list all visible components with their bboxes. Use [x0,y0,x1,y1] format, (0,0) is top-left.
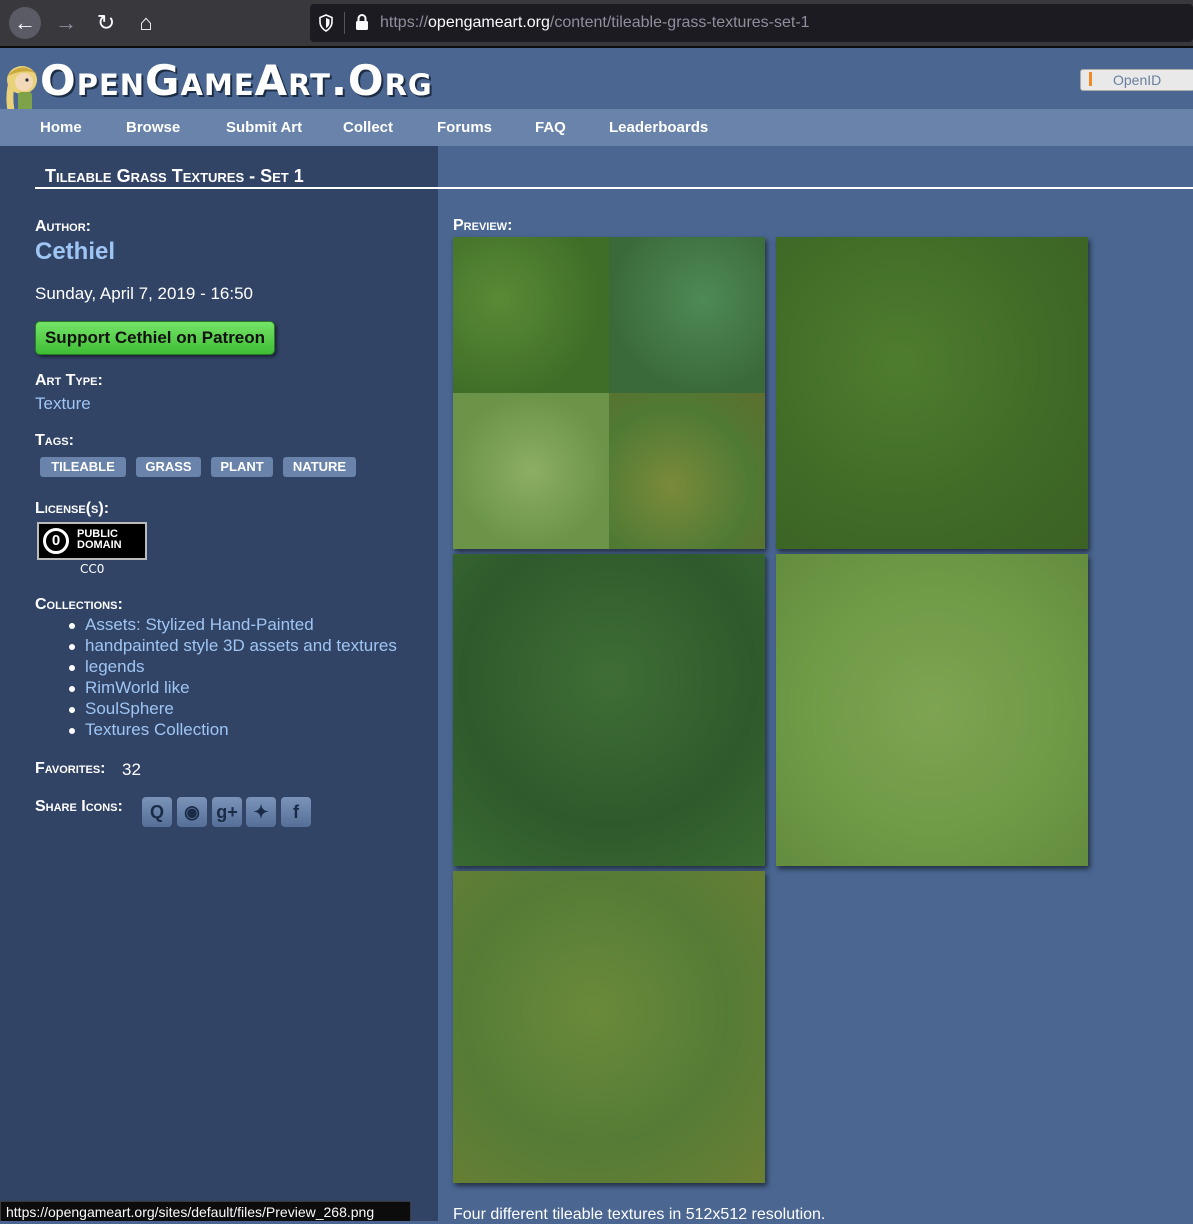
bullet-icon [69,728,75,734]
cc0-license-badge[interactable]: 0 PUBLIC DOMAIN [37,522,147,560]
share-label: Share Icons: [35,798,123,815]
urlbar-divider [344,12,345,34]
url-domain: opengameart.org [428,14,550,31]
browser-toolbar: ← → ↻ ⌂ https://opengameart.org/content/… [0,0,1193,46]
openid-label: OpenID [1113,72,1162,88]
bullet-icon [69,686,75,692]
main-menu: Home Browse Submit Art Collect Forums FA… [0,109,1193,146]
menu-collect[interactable]: Collect [343,119,393,136]
collection-link[interactable]: legends [85,657,145,676]
shield-icon[interactable] [318,14,334,32]
zero-icon: 0 [43,528,69,554]
list-item[interactable]: Textures Collection [68,720,397,741]
favorites-count: 32 [122,760,141,779]
collection-link[interactable]: SoulSphere [85,699,174,718]
author-label: Author: [35,218,91,235]
list-item[interactable]: legends [68,657,397,678]
preview-image-bush-grass[interactable] [453,554,765,866]
collection-link[interactable]: handpainted style 3D assets and textures [85,636,397,655]
license-badge-text: PUBLIC DOMAIN [77,529,122,551]
tag-plant[interactable]: PLANT [211,457,273,477]
title-divider [35,187,1193,189]
texture-quadrant [453,237,609,393]
list-item[interactable]: handpainted style 3D assets and textures [68,636,397,657]
url-path: /content/tileable-grass-textures-set-1 [549,14,810,31]
bullet-icon [69,707,75,713]
preview-image-combined[interactable] [453,237,765,549]
author-link[interactable]: Cethiel [35,238,115,266]
openid-login[interactable]: OpenID [1080,69,1193,91]
lock-icon[interactable] [355,13,369,34]
preview-image-dark-grass[interactable] [776,237,1088,549]
tags-label: Tags: [35,432,74,449]
collections-list: Assets: Stylized Hand-Painted handpainte… [68,615,397,741]
home-icon[interactable]: ⌂ [130,7,162,39]
menu-browse[interactable]: Browse [126,119,180,136]
status-bar-link: https://opengameart.org/sites/default/fi… [0,1201,411,1221]
bullet-icon [69,644,75,650]
texture-quadrant [609,237,765,393]
facebook-share-icon[interactable]: f [281,797,311,827]
tag-grass[interactable]: GRASS [136,457,201,477]
url-prefix: https:// [380,14,429,31]
license-name[interactable]: CC0 [80,562,104,576]
description-text: Four different tileable textures in 512x… [453,1206,826,1223]
openid-icon [1089,72,1092,86]
reload-icon[interactable]: ↻ [90,7,122,39]
preview-label: Preview: [453,217,513,234]
favorites-label: Favorites: [35,760,106,777]
address-bar[interactable]: https://opengameart.org/content/tileable… [310,4,1193,42]
menu-submit-art[interactable]: Submit Art [226,119,302,136]
badge-line-2: DOMAIN [77,539,122,551]
menu-leaderboards[interactable]: Leaderboards [609,119,708,136]
tag-nature[interactable]: NATURE [283,457,356,477]
google-plus-share-icon[interactable]: g+ [212,797,242,827]
menu-home[interactable]: Home [40,119,82,136]
page-title: Tileable Grass Textures - Set 1 [45,166,304,186]
bullet-icon [69,665,75,671]
preview-image-light-grass[interactable] [776,554,1088,866]
list-item[interactable]: SoulSphere [68,699,397,720]
art-type-label: Art Type: [35,372,103,389]
url-text[interactable]: https://opengameart.org/content/tileable… [380,14,810,32]
bullet-icon [69,623,75,629]
collections-label: Collections: [35,596,123,613]
list-item[interactable]: Assets: Stylized Hand-Painted [68,615,397,636]
back-arrow-icon[interactable]: ← [9,7,41,39]
license-label: License(s): [35,500,110,517]
collection-link[interactable]: Assets: Stylized Hand-Painted [85,615,314,634]
menu-faq[interactable]: FAQ [535,119,566,136]
q-share-icon[interactable]: Q [142,797,172,827]
list-item[interactable]: RimWorld like [68,678,397,699]
forward-arrow-icon[interactable]: → [50,7,82,39]
patreon-button[interactable]: Support Cethiel on Patreon [35,321,275,355]
preview-image-flower-grass[interactable] [453,871,765,1183]
collection-link[interactable]: RimWorld like [85,678,190,697]
reddit-share-icon[interactable]: ◉ [177,797,207,827]
art-type-link[interactable]: Texture [35,394,91,414]
texture-quadrant [609,393,765,549]
texture-quadrant [453,393,609,549]
menu-forums[interactable]: Forums [437,119,492,136]
collection-link[interactable]: Textures Collection [85,720,229,739]
twitter-share-icon[interactable]: ✦ [246,797,276,827]
tag-tileable[interactable]: TILEABLE [40,457,126,477]
post-date: Sunday, April 7, 2019 - 16:50 [35,284,254,303]
site-logo[interactable]: OpenGameArt.Org [40,56,433,105]
